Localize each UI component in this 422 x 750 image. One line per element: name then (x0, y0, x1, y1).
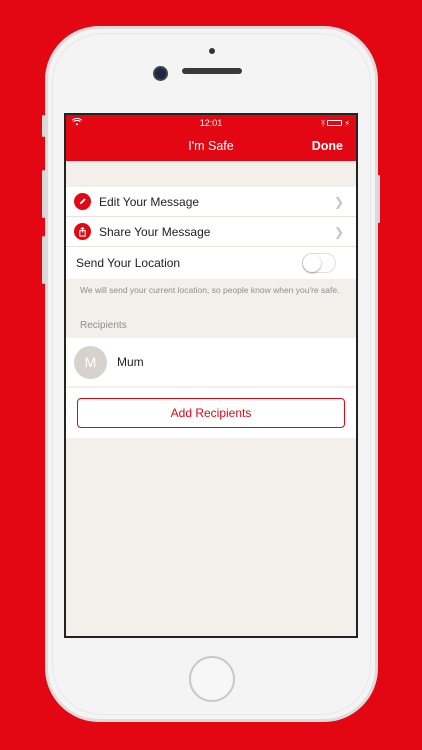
home-button[interactable] (189, 656, 235, 702)
recipient-row[interactable]: M Mum (66, 338, 356, 386)
bolt-icon: ⚡ (344, 118, 350, 128)
mute-switch (42, 115, 45, 137)
status-time: 12:01 (199, 118, 223, 128)
page-title: I'm Safe (188, 139, 234, 153)
front-sensor (209, 48, 215, 54)
chevron-right-icon: ❯ (333, 224, 344, 239)
bluetooth-icon: ᛡ (320, 118, 326, 128)
send-location-toggle[interactable] (302, 253, 336, 273)
location-note: We will send your current location, so p… (80, 285, 340, 295)
earpiece-speaker (182, 68, 242, 74)
chevron-right-icon: ❯ (333, 194, 344, 209)
add-recipients-button[interactable]: Add Recipients (77, 398, 345, 428)
recipients-header: Recipients (80, 319, 127, 331)
share-icon (74, 223, 91, 240)
volume-down-button (42, 236, 45, 284)
avatar: M (74, 345, 107, 379)
send-location-row: Send Your Location (66, 246, 356, 279)
done-button[interactable]: Done (312, 139, 343, 153)
power-button (377, 175, 380, 223)
edit-message-label: Edit Your Message (99, 194, 200, 209)
share-message-label: Share Your Message (99, 224, 211, 239)
edit-message-row[interactable]: Edit Your Message ❯ (66, 187, 356, 216)
add-recipients-container: Add Recipients (66, 388, 356, 438)
volume-up-button (42, 170, 45, 218)
recipient-name: Mum (117, 355, 144, 369)
battery-icon (327, 120, 343, 126)
status-bar: 12:01 ᛡ ⚡ (66, 115, 356, 131)
share-message-row[interactable]: Share Your Message ❯ (66, 216, 356, 246)
nav-bar: I'm Safe Done (66, 131, 356, 161)
pencil-icon (74, 193, 91, 210)
battery-group: ᛡ ⚡ (321, 119, 350, 128)
send-location-label: Send Your Location (76, 256, 181, 270)
app-screen: 12:01 ᛡ ⚡ I'm Safe Done Edit Your Messag… (64, 113, 358, 638)
front-camera (153, 66, 168, 81)
